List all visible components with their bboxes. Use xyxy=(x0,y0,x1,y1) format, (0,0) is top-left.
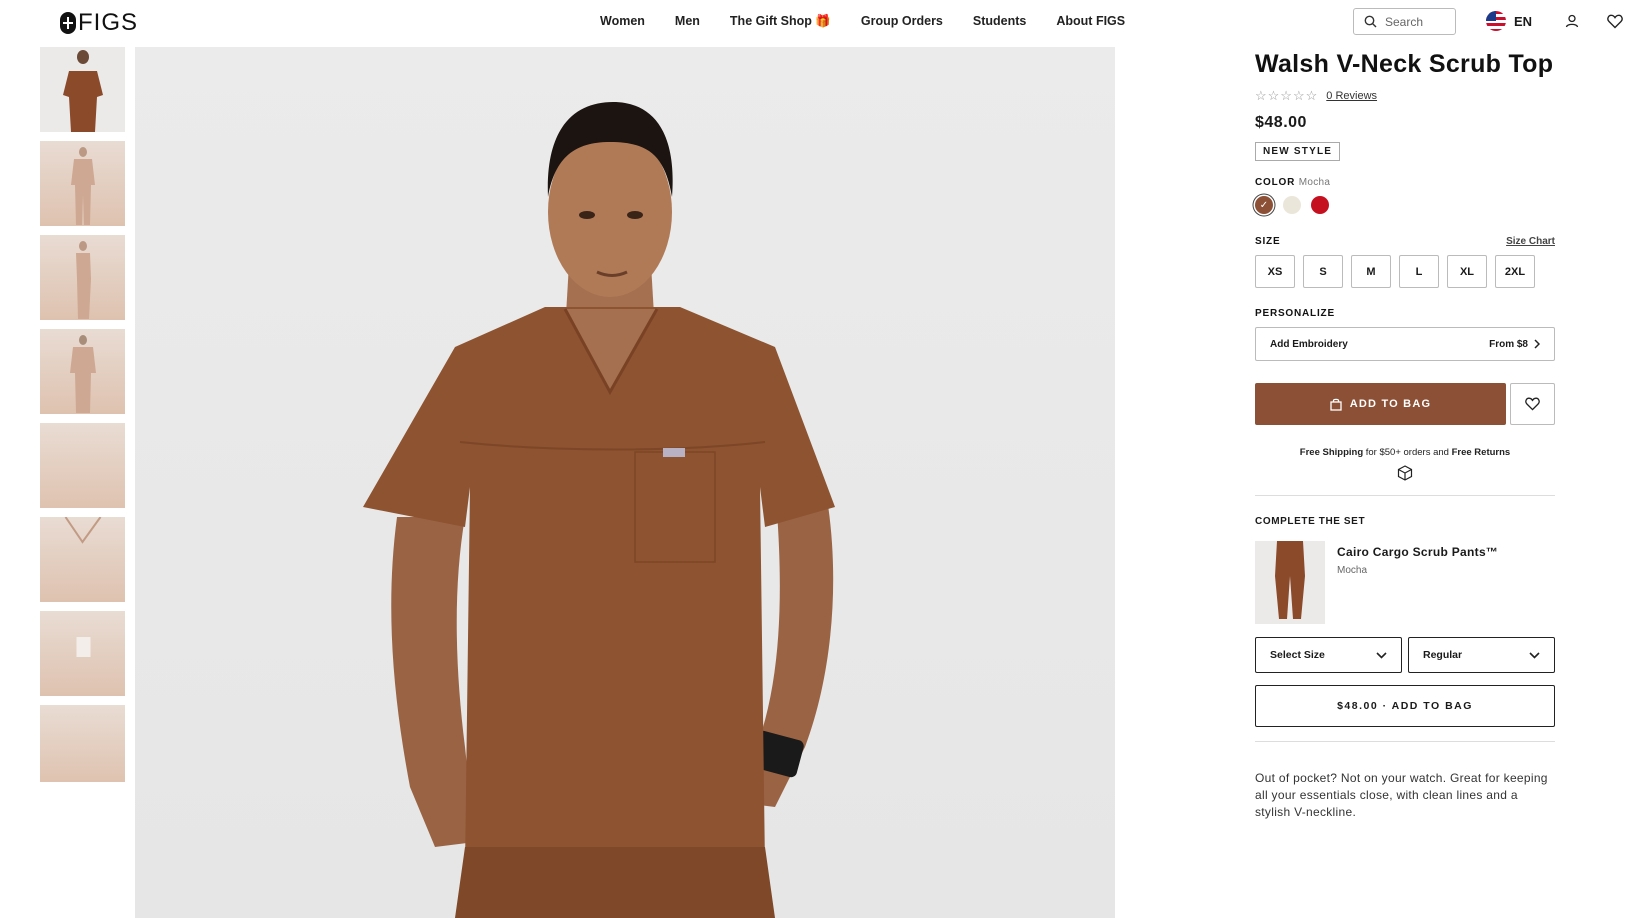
add-to-wishlist-button[interactable] xyxy=(1510,383,1555,425)
set-item-info: Cairo Cargo Scrub Pants™ Mocha xyxy=(1337,541,1498,624)
thumbnail-7[interactable] xyxy=(40,611,125,696)
embroidery-price: From $8 xyxy=(1489,338,1528,350)
nav-group-orders[interactable]: Group Orders xyxy=(861,14,943,29)
personalize-label: PERSONALIZE xyxy=(1255,308,1335,319)
embroidery-label: Add Embroidery xyxy=(1270,338,1348,350)
nav-gift-shop[interactable]: The Gift Shop 🎁 xyxy=(730,14,831,29)
size-label: SIZE xyxy=(1255,236,1281,247)
thumbnail-1[interactable] xyxy=(40,47,125,132)
rating-row: ☆☆☆☆☆ 0 Reviews xyxy=(1255,88,1555,104)
product-details: Walsh V-Neck Scrub Top ☆☆☆☆☆ 0 Reviews $… xyxy=(1255,47,1555,821)
swatch-cream[interactable] xyxy=(1283,196,1301,214)
thumbnail-6[interactable] xyxy=(40,517,125,602)
size-2xl-button[interactable]: 2XL xyxy=(1495,255,1535,288)
size-xl-button[interactable]: XL xyxy=(1447,255,1487,288)
site-header: FIGS Women Men The Gift Shop 🎁 Group Ord… xyxy=(0,0,1637,44)
free-returns-text: Free Returns xyxy=(1451,447,1511,458)
color-label-text: COLOR xyxy=(1255,177,1296,188)
logo-text: FIGS xyxy=(78,9,139,36)
wishlist-heart-icon[interactable] xyxy=(1605,11,1625,31)
complete-set-title: COMPLETE THE SET xyxy=(1255,516,1366,527)
nav-about[interactable]: About FIGS xyxy=(1056,14,1125,29)
chevron-down-icon xyxy=(1529,651,1540,659)
swatch-mocha[interactable]: ✓ xyxy=(1255,196,1273,214)
figs-cross-icon xyxy=(60,12,76,34)
check-icon: ✓ xyxy=(1259,199,1269,211)
free-shipping-text: Free Shipping xyxy=(1299,447,1364,458)
account-icon[interactable] xyxy=(1562,11,1582,31)
heart-icon xyxy=(1525,397,1540,411)
set-selects: Select Size Regular xyxy=(1255,637,1555,673)
model-illustration xyxy=(363,102,835,918)
product-price: $48.00 xyxy=(1255,114,1307,131)
cart-row: ADD TO BAG xyxy=(1255,383,1555,425)
color-swatches: ✓ xyxy=(1255,196,1555,214)
color-section: COLOR Mocha ✓ xyxy=(1255,177,1555,214)
search-icon xyxy=(1364,15,1377,28)
chevron-right-icon xyxy=(1534,339,1540,349)
language-label: EN xyxy=(1514,13,1533,29)
shipping-mid-text: for $50+ orders and xyxy=(1363,447,1452,458)
new-style-badge: NEW STYLE xyxy=(1255,142,1341,161)
size-chart-link[interactable]: Size Chart xyxy=(1506,236,1555,247)
package-icon-wrap xyxy=(1255,465,1555,481)
thumbnail-2[interactable] xyxy=(40,141,125,226)
search-box[interactable]: Search xyxy=(1353,8,1456,35)
personalize-section: PERSONALIZE Add Embroidery From $8 xyxy=(1255,308,1555,361)
set-length-select[interactable]: Regular xyxy=(1408,637,1555,673)
color-value: Mocha xyxy=(1298,177,1331,188)
set-size-select-label: Select Size xyxy=(1270,649,1325,661)
add-embroidery-button[interactable]: Add Embroidery From $8 xyxy=(1255,327,1555,361)
swatch-red[interactable] xyxy=(1311,196,1329,214)
set-item: Cairo Cargo Scrub Pants™ Mocha xyxy=(1255,541,1555,624)
set-length-select-label: Regular xyxy=(1423,649,1463,661)
nav-students[interactable]: Students xyxy=(973,14,1026,29)
reviews-link[interactable]: 0 Reviews xyxy=(1326,90,1377,102)
size-options: XS S M L XL 2XL xyxy=(1255,255,1555,288)
main-nav: Women Men The Gift Shop 🎁 Group Orders S… xyxy=(600,14,1125,29)
embroidery-price-wrap: From $8 xyxy=(1489,339,1540,350)
size-l-button[interactable]: L xyxy=(1399,255,1439,288)
set-item-color: Mocha xyxy=(1337,565,1368,576)
language-selector[interactable]: EN xyxy=(1486,11,1532,31)
nav-men[interactable]: Men xyxy=(675,14,700,29)
size-header: SIZE Size Chart xyxy=(1255,236,1555,247)
set-item-name[interactable]: Cairo Cargo Scrub Pants™ xyxy=(1337,545,1498,559)
divider xyxy=(1255,741,1555,742)
thumbnail-8[interactable] xyxy=(40,705,125,782)
thumbnail-4[interactable] xyxy=(40,329,125,414)
thumbnail-5[interactable] xyxy=(40,423,125,508)
size-s-button[interactable]: S xyxy=(1303,255,1343,288)
add-to-bag-label: ADD TO BAG xyxy=(1349,398,1432,410)
size-section: SIZE Size Chart XS S M L XL 2XL xyxy=(1255,236,1555,288)
package-icon xyxy=(1397,465,1413,481)
nav-gift-shop-label: The Gift Shop xyxy=(729,14,812,28)
shipping-info: Free Shipping for $50+ orders and Free R… xyxy=(1255,447,1555,458)
set-add-to-bag-button[interactable]: $48.00 · ADD TO BAG xyxy=(1255,685,1555,727)
color-label: COLOR Mocha xyxy=(1255,177,1555,188)
search-placeholder: Search xyxy=(1385,14,1424,29)
shopping-bag-icon xyxy=(1330,398,1342,411)
size-m-button[interactable]: M xyxy=(1351,255,1391,288)
figs-logo[interactable]: FIGS xyxy=(60,9,138,37)
product-description: Out of pocket? Not on your watch. Great … xyxy=(1255,771,1548,819)
product-title: Walsh V-Neck Scrub Top xyxy=(1255,50,1554,78)
main-product-image[interactable] xyxy=(135,47,1115,918)
thumbnail-gallery xyxy=(40,47,125,791)
chevron-down-icon xyxy=(1376,651,1387,659)
set-item-image[interactable] xyxy=(1255,541,1325,624)
divider xyxy=(1255,495,1555,496)
set-size-select[interactable]: Select Size xyxy=(1255,637,1402,673)
flag-us-icon xyxy=(1486,11,1506,31)
thumbnail-3[interactable] xyxy=(40,235,125,320)
size-xs-button[interactable]: XS xyxy=(1255,255,1295,288)
star-rating-icon: ☆☆☆☆☆ xyxy=(1255,88,1319,103)
gift-icon: 🎁 xyxy=(815,14,831,28)
add-to-bag-button[interactable]: ADD TO BAG xyxy=(1255,383,1506,425)
nav-women[interactable]: Women xyxy=(600,14,645,29)
